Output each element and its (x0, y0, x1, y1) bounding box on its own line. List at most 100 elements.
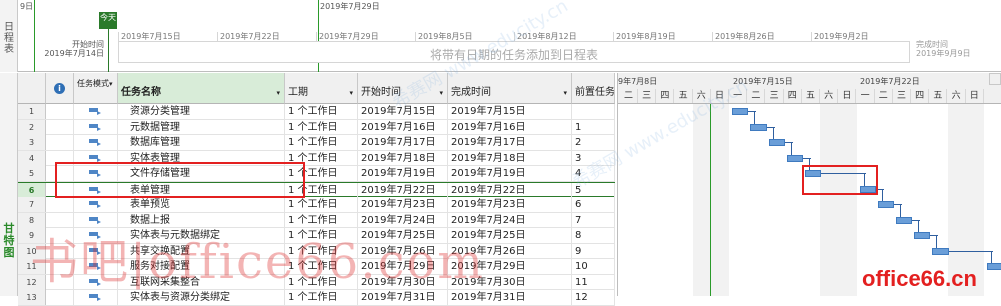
start-cell[interactable]: 2019年7月19日 (358, 166, 448, 181)
finish-cell[interactable]: 2019年7月19日 (448, 166, 572, 181)
row-number[interactable]: 7 (18, 197, 46, 212)
mode-column-header[interactable]: 任务模式▾ (74, 73, 118, 104)
predecessors-cell[interactable]: 1 (572, 119, 615, 135)
duration-cell[interactable]: 1 个工作日 (285, 104, 358, 119)
finish-cell[interactable]: 2019年7月15日 (448, 104, 572, 119)
row-number[interactable]: 2 (18, 119, 46, 135)
predecessors-cell[interactable]: 8 (572, 228, 615, 243)
timeline-start-caption: 开始时间 (72, 40, 104, 49)
mode-cell[interactable] (74, 290, 118, 305)
chevron-down-icon[interactable]: ▾ (276, 84, 280, 102)
task-bar[interactable] (987, 263, 1001, 270)
task-bar[interactable] (768, 139, 785, 146)
dependency-link (991, 250, 992, 263)
info-cell[interactable] (46, 135, 74, 150)
weekend-shade (692, 104, 711, 296)
task-name-cell[interactable]: 数据库管理 (118, 135, 285, 150)
day-label: 六 (820, 89, 839, 103)
start-cell[interactable]: 2019年7月23日 (358, 197, 448, 212)
task-bar[interactable] (914, 232, 931, 239)
info-cell[interactable] (46, 290, 74, 305)
dependency-link (881, 188, 883, 201)
row-number[interactable]: 13 (18, 290, 46, 305)
annotation-box (55, 162, 305, 198)
predecessors-cell[interactable]: 12 (572, 290, 615, 305)
table-row[interactable]: 2 元数据管理 1 个工作日 2019年7月16日 2019年7月16日 1 (18, 119, 615, 135)
day-label: 四 (784, 89, 802, 103)
duration-cell[interactable]: 1 个工作日 (285, 119, 358, 135)
finish-cell[interactable]: 2019年7月18日 (448, 150, 572, 166)
select-all-corner[interactable] (18, 73, 46, 104)
predecessors-cell[interactable]: 11 (572, 274, 615, 290)
timeline-range-left[interactable] (34, 0, 35, 72)
duration-cell[interactable]: 1 个工作日 (285, 197, 358, 212)
predecessors-column-header[interactable]: 前置任务 (572, 73, 615, 104)
finish-header-label: 完成时间 (451, 87, 491, 98)
finish-cell[interactable]: 2019年7月22日 (448, 182, 572, 198)
task-bar[interactable] (732, 108, 749, 115)
info-column-header[interactable]: i (46, 73, 74, 104)
task-bar[interactable] (896, 216, 913, 224)
finish-cell[interactable]: 2019年7月17日 (448, 135, 572, 150)
row-number[interactable]: 4 (18, 150, 46, 166)
predecessors-cell[interactable]: 9 (572, 243, 615, 259)
start-cell[interactable]: 2019年7月18日 (358, 150, 448, 166)
info-cell[interactable] (46, 119, 74, 135)
info-cell[interactable] (46, 104, 74, 119)
finish-cell[interactable]: 2019年7月16日 (448, 119, 572, 135)
scroll-up-button[interactable] (989, 73, 1001, 85)
duration-cell[interactable]: 1 个工作日 (285, 135, 358, 150)
timeline-placeholder: 将带有日期的任务添加到日程表 (429, 48, 598, 62)
predecessors-cell[interactable] (572, 104, 615, 119)
row-number[interactable]: 6 (18, 182, 46, 198)
row-number[interactable]: 3 (18, 135, 46, 150)
timeline-tick: 2019年8月19日 (613, 32, 676, 42)
task-name-cell[interactable]: 资源分类管理 (118, 104, 285, 119)
table-row[interactable]: 13 实体表与资源分类绑定 1 个工作日 2019年7月31日 2019年7月31日 12 (18, 290, 615, 306)
timeline-tick: 2019年8月26日 (712, 32, 775, 42)
info-cell[interactable] (46, 197, 74, 212)
chevron-down-icon[interactable]: ▾ (349, 84, 353, 102)
auto-schedule-icon (89, 294, 101, 301)
start-cell[interactable]: 2019年7月17日 (358, 135, 448, 150)
predecessors-cell[interactable]: 7 (572, 212, 615, 228)
annotation-box (802, 165, 878, 195)
timeline-top-date: 2019年7月29日 (320, 2, 380, 11)
predecessors-header-label: 前置任务 (575, 87, 615, 98)
mode-cell[interactable] (74, 119, 118, 135)
mode-cell[interactable] (74, 135, 118, 150)
task-name-cell[interactable]: 元数据管理 (118, 119, 285, 135)
row-number[interactable]: 5 (18, 166, 46, 181)
mode-cell[interactable] (74, 104, 118, 119)
task-bar[interactable] (877, 201, 894, 208)
finish-cell[interactable]: 2019年7月23日 (448, 197, 572, 212)
finish-column-header[interactable]: 完成时间 ▾ (448, 73, 572, 104)
duration-cell[interactable]: 1 个工作日 (285, 290, 358, 305)
row-number[interactable]: 1 (18, 104, 46, 119)
chevron-down-icon[interactable]: ▾ (109, 80, 113, 88)
predecessors-cell[interactable]: 10 (572, 259, 615, 274)
gantt-side-tab[interactable]: 甘特图 (0, 73, 18, 296)
day-label: 三 (893, 89, 911, 103)
start-cell[interactable]: 2019年7月31日 (358, 290, 448, 305)
weekend-shade (711, 104, 730, 296)
day-label: 二 (875, 89, 893, 103)
name-column-header[interactable]: 任务名称 ▾ (118, 73, 285, 104)
start-cell[interactable]: 2019年7月22日 (358, 182, 448, 198)
predecessors-cell[interactable]: 6 (572, 197, 615, 212)
table-row[interactable]: 1 资源分类管理 1 个工作日 2019年7月15日 2019年7月15日 (18, 104, 615, 120)
task-bar[interactable] (750, 123, 767, 131)
task-bar[interactable] (786, 154, 803, 162)
task-name-cell[interactable]: 实体表与资源分类绑定 (118, 290, 285, 305)
task-name-cell[interactable]: 表单预览 (118, 197, 285, 212)
timeline-side-tab[interactable]: 日程表 (0, 0, 18, 72)
chevron-down-icon[interactable]: ▾ (563, 84, 567, 102)
table-row[interactable]: 7 表单预览 1 个工作日 2019年7月23日 2019年7月23日 6 (18, 197, 615, 213)
duration-column-header[interactable]: 工期 ▾ (285, 73, 358, 104)
finish-cell[interactable]: 2019年7月31日 (448, 290, 572, 305)
start-cell[interactable]: 2019年7月16日 (358, 119, 448, 135)
task-bar[interactable] (932, 247, 949, 255)
table-row[interactable]: 3 数据库管理 1 个工作日 2019年7月17日 2019年7月17日 2 (18, 135, 615, 151)
mode-cell[interactable] (74, 197, 118, 212)
timeline-finish-date: 2019年9月9日 (916, 49, 971, 58)
